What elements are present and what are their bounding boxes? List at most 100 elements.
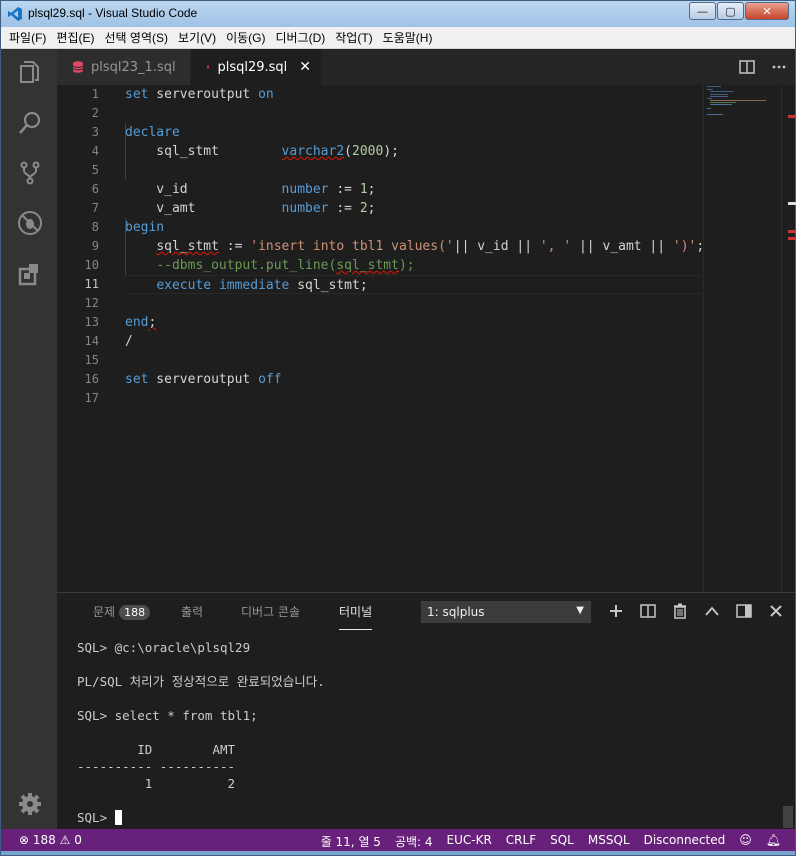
end-of-line[interactable]: CRLF bbox=[506, 833, 536, 850]
close-button[interactable]: ✕ bbox=[745, 2, 789, 20]
code-editor[interactable]: 1 2 3 4 5 6 7 8 9 10 11 12 13 14 15 16 1… bbox=[57, 85, 796, 592]
dropdown-caret-icon: ▼ bbox=[576, 605, 584, 616]
terminal-line: ---------- ---------- bbox=[77, 759, 236, 774]
notifications-bell-icon[interactable]: 🔔︎ bbox=[766, 833, 781, 850]
line-number: 6 bbox=[91, 182, 99, 196]
warning-count: 0 bbox=[74, 833, 82, 847]
terminal-line: ID AMT bbox=[77, 742, 236, 757]
split-terminal-icon[interactable] bbox=[639, 603, 657, 619]
tab-label: plsql29.sql bbox=[217, 59, 288, 75]
tab-plsql29[interactable]: plsql29.sql ✕ bbox=[191, 49, 321, 85]
explorer-icon[interactable] bbox=[17, 59, 43, 85]
code-line-10: --dbms_output.put_line(sql_stmt); bbox=[156, 258, 415, 273]
tab-label: plsql23_1.sql bbox=[91, 59, 176, 75]
line-number: 10 bbox=[84, 258, 99, 272]
code-line-8: begin bbox=[125, 220, 165, 235]
terminal-prompt: SQL> bbox=[77, 810, 115, 825]
sql-dialect[interactable]: MSSQL bbox=[588, 833, 630, 850]
tab-debug-console[interactable]: 디버그 콘솔 bbox=[241, 603, 300, 620]
window-title: plsql29.sql - Visual Studio Code bbox=[28, 6, 198, 20]
line-number: 7 bbox=[91, 201, 99, 215]
maximize-panel-icon[interactable] bbox=[703, 603, 721, 619]
menu-debug[interactable]: 디버그(D) bbox=[270, 29, 330, 46]
panel-tabs: 문제 188 출력 디버그 콘솔 터미널 1: sqlplus ▼ bbox=[57, 593, 795, 630]
tab-plsql23-1[interactable]: plsql23_1.sql bbox=[57, 49, 190, 85]
source-control-icon[interactable] bbox=[17, 160, 43, 186]
line-number: 3 bbox=[91, 125, 99, 139]
problems-status[interactable]: ⊗ 188 ⚠ 0 bbox=[19, 833, 82, 847]
extensions-icon[interactable] bbox=[17, 261, 43, 287]
toggle-panel-position-icon[interactable] bbox=[735, 603, 753, 619]
error-marker bbox=[788, 237, 796, 240]
new-terminal-icon[interactable] bbox=[607, 603, 625, 619]
terminal-scrollbar[interactable] bbox=[783, 806, 793, 828]
tab-problems-label: 문제 bbox=[93, 605, 116, 619]
tab-terminal[interactable]: 터미널 bbox=[339, 603, 373, 630]
minimap[interactable] bbox=[703, 85, 779, 592]
file-encoding[interactable]: EUC-KR bbox=[447, 833, 492, 850]
line-number-gutter: 1 2 3 4 5 6 7 8 9 10 11 12 13 14 15 16 1… bbox=[57, 85, 113, 408]
bottom-panel: 문제 188 출력 디버그 콘솔 터미널 1: sqlplus ▼ SQL> @… bbox=[57, 592, 795, 829]
line-number: 12 bbox=[84, 296, 99, 310]
vscode-window: plsql29.sql - Visual Studio Code — ▢ ✕ 파… bbox=[0, 0, 796, 856]
menu-tasks[interactable]: 작업(T) bbox=[330, 29, 377, 46]
code-line-7: v_amt number := 2; bbox=[125, 201, 376, 216]
line-number: 5 bbox=[91, 163, 99, 177]
debug-icon[interactable] bbox=[17, 210, 43, 236]
menu-help[interactable]: 도움말(H) bbox=[378, 29, 438, 46]
line-number: 13 bbox=[84, 315, 99, 329]
tab-output[interactable]: 출력 bbox=[181, 603, 203, 620]
trash-icon[interactable] bbox=[671, 603, 689, 619]
minimize-button[interactable]: — bbox=[689, 2, 716, 20]
indentation[interactable]: 공백: 4 bbox=[395, 833, 433, 850]
line-number: 9 bbox=[91, 239, 99, 253]
menu-file[interactable]: 파일(F) bbox=[4, 29, 51, 46]
line-number: 16 bbox=[84, 372, 99, 386]
code-line-14: / bbox=[125, 334, 133, 349]
status-bar: ⊗ 188 ⚠ 0 줄 11, 열 5 공백: 4 EUC-KR CRLF SQ… bbox=[1, 829, 795, 851]
terminal-select-value: 1: sqlplus bbox=[427, 605, 485, 619]
tab-problems[interactable]: 문제 188 bbox=[93, 603, 151, 620]
terminal-output[interactable]: SQL> @c:\oracle\plsql29 PL/SQL 처리가 정상적으로… bbox=[77, 639, 325, 826]
more-actions-icon[interactable] bbox=[771, 59, 787, 75]
connection-status[interactable]: Disconnected bbox=[644, 833, 726, 850]
close-panel-icon[interactable] bbox=[767, 603, 785, 619]
line-number: 1 bbox=[91, 87, 99, 101]
line-number: 2 bbox=[91, 106, 99, 120]
settings-gear-icon[interactable] bbox=[17, 791, 43, 817]
split-editor-icon[interactable] bbox=[739, 59, 755, 75]
error-count: 188 bbox=[32, 833, 56, 847]
maximize-button[interactable]: ▢ bbox=[717, 2, 744, 20]
menu-view[interactable]: 보기(V) bbox=[173, 29, 221, 46]
menu-bar: 파일(F) 편집(E) 선택 영역(S) 보기(V) 이동(G) 디버그(D) … bbox=[1, 27, 795, 49]
editor-scrollbar[interactable] bbox=[781, 85, 796, 592]
line-number: 4 bbox=[91, 144, 99, 158]
terminal-line: 1 2 bbox=[77, 776, 236, 791]
language-mode[interactable]: SQL bbox=[550, 833, 574, 850]
line-number: 17 bbox=[84, 391, 99, 405]
vscode-logo-icon bbox=[8, 7, 22, 21]
line-number: 8 bbox=[91, 220, 99, 234]
menu-edit[interactable]: 편집(E) bbox=[51, 29, 99, 46]
close-tab-icon[interactable]: ✕ bbox=[299, 59, 311, 75]
terminal-line: PL/SQL 처리가 정상적으로 완료되었습니다. bbox=[77, 674, 325, 689]
code-lines: set serveroutput on declare sql_stmt var… bbox=[125, 85, 705, 408]
code-line-6: v_id number := 1; bbox=[125, 182, 376, 197]
cursor-position[interactable]: 줄 11, 열 5 bbox=[321, 833, 381, 850]
menu-go[interactable]: 이동(G) bbox=[221, 29, 270, 46]
editor-tabs: plsql23_1.sql plsql29.sql ✕ bbox=[57, 49, 795, 85]
error-marker bbox=[788, 115, 796, 118]
terminal-select[interactable]: 1: sqlplus ▼ bbox=[421, 601, 591, 623]
problems-count-badge: 188 bbox=[119, 605, 151, 620]
feedback-smiley-icon[interactable]: ☺ bbox=[739, 833, 752, 850]
search-icon[interactable] bbox=[17, 110, 43, 136]
code-line-13: end; bbox=[125, 315, 157, 330]
code-line-9: sql_stmt := 'insert into tbl1 values('||… bbox=[156, 239, 705, 254]
warning-icon: ⚠ bbox=[59, 833, 71, 847]
menu-selection[interactable]: 선택 영역(S) bbox=[99, 29, 173, 46]
